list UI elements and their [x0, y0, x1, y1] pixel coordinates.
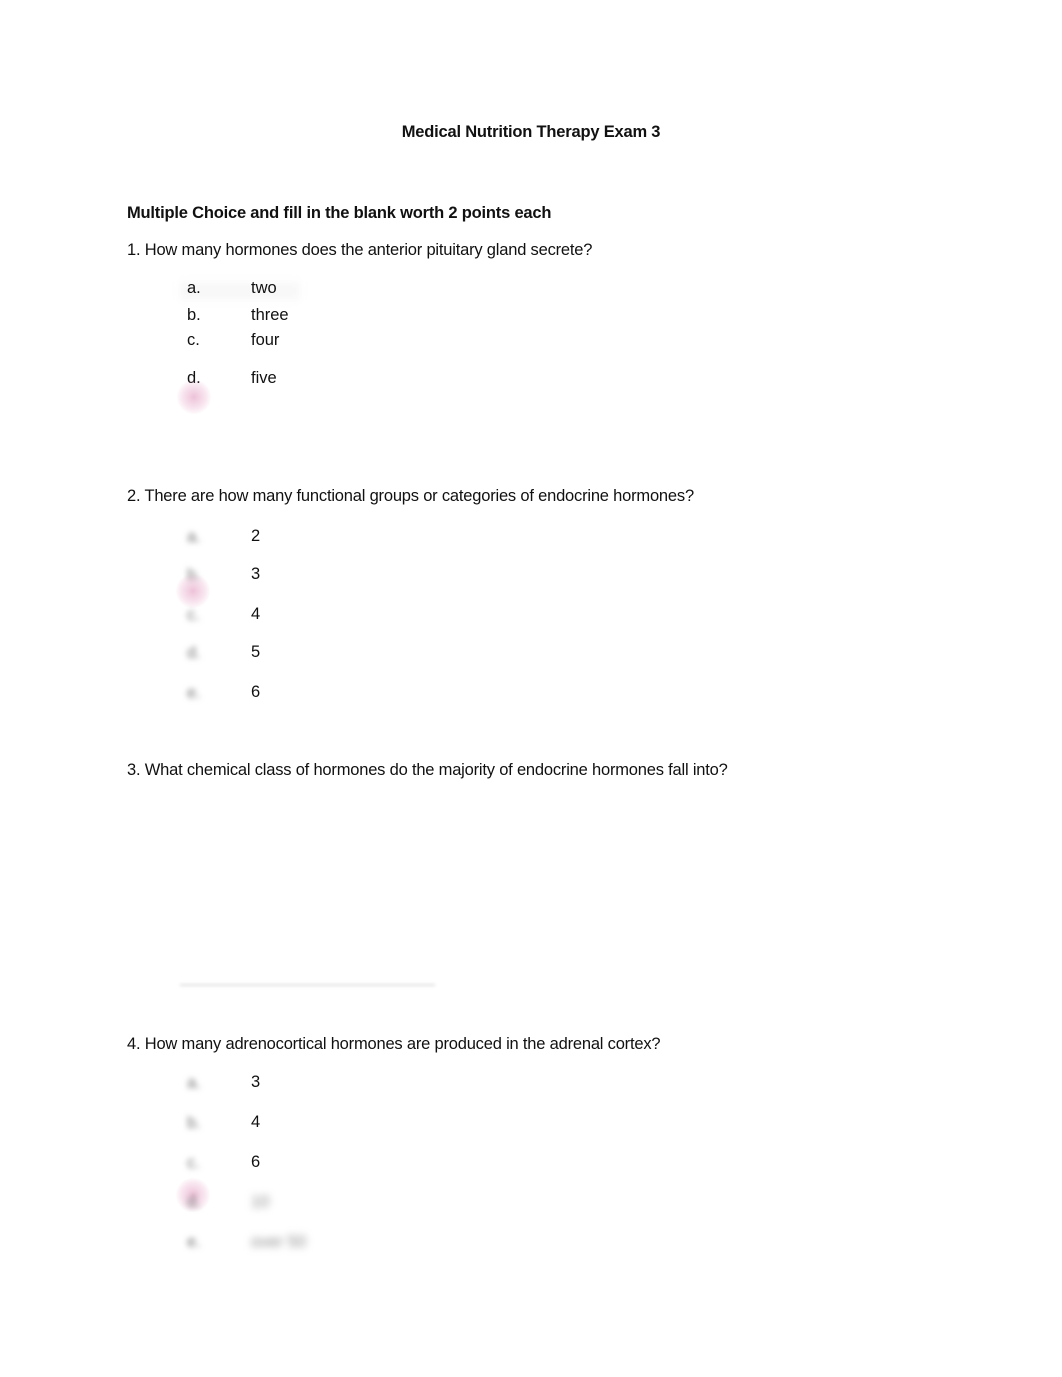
option-letter: a.	[187, 528, 201, 546]
option-letter: b.	[187, 306, 201, 324]
option-text[interactable]: 3	[251, 1073, 260, 1092]
option-text[interactable]: four	[251, 331, 279, 350]
answer-blank-line[interactable]	[180, 984, 435, 986]
option-letter: c.	[187, 331, 200, 349]
option-text[interactable]: 6	[251, 1153, 260, 1172]
option-text[interactable]: 5	[251, 643, 260, 662]
option-text[interactable]: 3	[251, 565, 260, 584]
option-letter: b.	[187, 1114, 201, 1132]
question-1: 1. How many hormones does the anterior p…	[127, 241, 593, 259]
option-letter: d.	[187, 1193, 201, 1211]
question-4: 4. How many adrenocortical hormones are …	[127, 1035, 661, 1053]
option-text[interactable]: 4	[251, 1113, 260, 1132]
option-letter: c.	[187, 1154, 200, 1172]
document-title: Medical Nutrition Therapy Exam 3	[401, 123, 661, 141]
question-3: 3. What chemical class of hormones do th…	[127, 761, 728, 779]
option-letter: c.	[187, 606, 200, 624]
option-text[interactable]: 6	[251, 683, 260, 702]
answer-marker-dot	[177, 380, 211, 414]
option-text[interactable]: 2	[251, 527, 260, 546]
option-letter: a.	[187, 1074, 201, 1092]
option-letter: d.	[187, 644, 201, 662]
question-2: 2. There are how many functional groups …	[127, 487, 694, 505]
section-heading: Multiple Choice and ﬁll in the blank wor…	[127, 204, 552, 222]
answer-marker-dot	[176, 574, 210, 608]
option-text[interactable]: five	[251, 369, 277, 388]
option-text[interactable]: 10	[251, 1193, 269, 1212]
option-text[interactable]: two	[251, 279, 277, 298]
option-letter: e.	[187, 684, 201, 702]
option-text[interactable]: three	[251, 306, 289, 325]
option-letter: a.	[187, 279, 201, 297]
option-letter: e.	[187, 1233, 201, 1251]
option-text[interactable]: 4	[251, 605, 260, 624]
option-text[interactable]: over 50	[251, 1233, 306, 1252]
